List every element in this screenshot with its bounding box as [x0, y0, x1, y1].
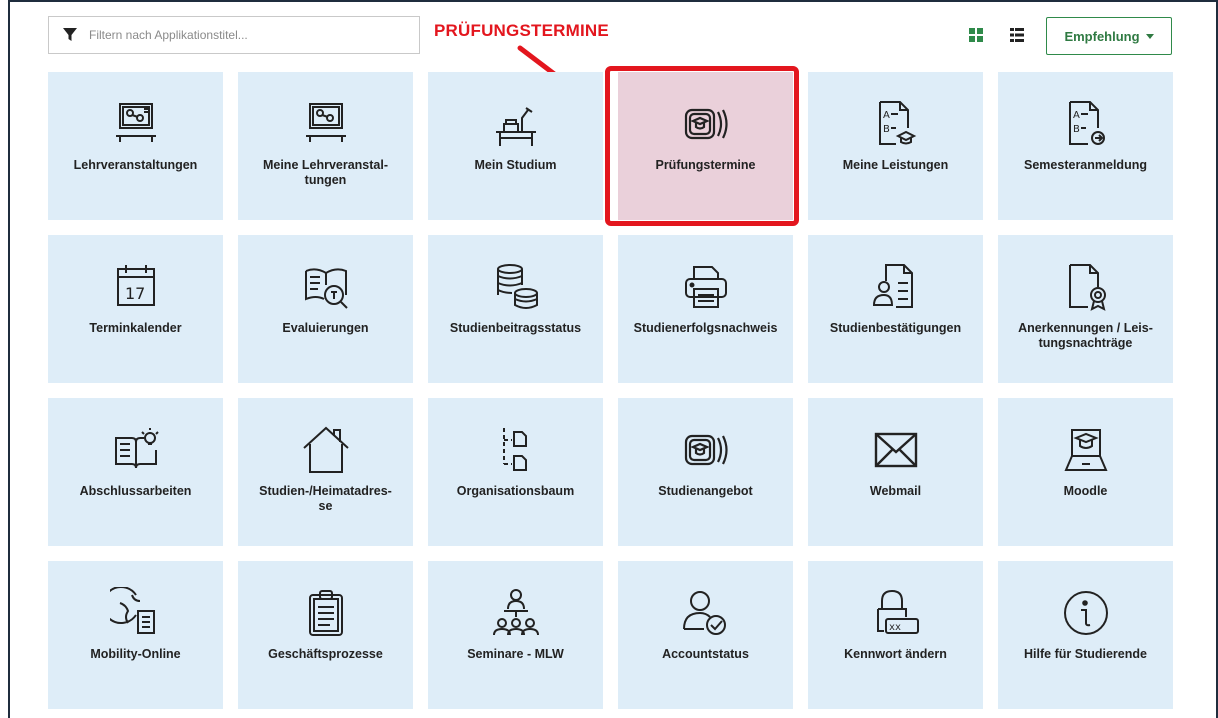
tile-terminkalender[interactable]: 17 Terminkalender [48, 235, 223, 383]
tile-label: Evaluierungen [282, 321, 369, 335]
tile-label: Studienbestätigungen [829, 321, 962, 335]
svg-text:xx_: xx_ [889, 622, 908, 633]
exam-card-icon [684, 108, 728, 140]
printer-icon [684, 266, 727, 308]
password-lock-icon: xx_ [876, 589, 919, 634]
info-circle-icon [1063, 591, 1108, 635]
tile-webmail[interactable]: Webmail [808, 398, 983, 546]
tile-label: Mobility-Online [90, 647, 181, 661]
tile-organisationsbaum[interactable]: Organisationsbaum [428, 398, 603, 546]
tile-semesteranmeldung[interactable]: A B Semesteranmeldung [998, 72, 1173, 220]
tile-label: Semesteranmeldung [1024, 158, 1147, 172]
tile-label: Anerkennungen / Leis- tungsnachträge [1018, 321, 1153, 350]
lecture-board-icon [115, 103, 156, 142]
tile-anerkennungen[interactable]: Anerkennungen / Leis- tungsnachträge [998, 235, 1173, 383]
tile-label: Studienbeitragsstatus [449, 321, 582, 335]
svg-text:A: A [883, 110, 890, 121]
coin-stack-icon [496, 264, 538, 309]
globe-document-icon [109, 587, 155, 634]
tile-studienbeitragsstatus[interactable]: Studienbeitragsstatus [428, 235, 603, 383]
tile-kennwort-aendern[interactable]: xx_ Kennwort ändern [808, 561, 983, 709]
tile-label: Mein Studium [474, 158, 557, 172]
tile-mein-studium[interactable]: Mein Studium [428, 72, 603, 220]
tile-label: Meine Leistungen [842, 158, 949, 172]
seminar-group-icon [492, 589, 539, 636]
tile-label: Studienerfolgsnachweis [633, 321, 778, 335]
envelope-icon [874, 432, 917, 468]
lecture-board-icon [305, 103, 346, 142]
filter-icon [63, 28, 77, 41]
tile-hilfe-fuer-studierende[interactable]: Hilfe für Studierende [998, 561, 1173, 709]
tile-mobility-online[interactable]: Mobility-Online [48, 561, 223, 709]
sort-dropdown-button[interactable]: Empfehlung [1046, 17, 1172, 55]
thesis-book-icon [114, 428, 159, 469]
tile-label: Organisationsbaum [456, 484, 575, 498]
tile-moodle[interactable]: Moodle [998, 398, 1173, 546]
app-tile-grid: Lehrveranstaltungen Meine Lehrveranstal-… [48, 72, 1173, 709]
list-view-icon[interactable] [1010, 28, 1024, 42]
exam-card-icon [684, 434, 728, 466]
callout-label: PRÜFUNGSTERMINE [434, 21, 609, 40]
grid-view-icon[interactable] [969, 28, 983, 42]
tile-studien-heimatadresse[interactable]: Studien-/Heimatadres- se [238, 398, 413, 546]
tile-label: Moodle [1063, 484, 1108, 498]
laptop-graduate-icon [1063, 429, 1108, 471]
tile-accountstatus[interactable]: Accountstatus [618, 561, 793, 709]
certificate-person-icon [872, 264, 913, 308]
tile-label: Terminkalender [89, 321, 182, 335]
clipboard-icon [308, 590, 343, 636]
semester-register-icon: A B [1068, 101, 1105, 145]
tile-label: Seminare - MLW [467, 647, 564, 661]
tile-label: Accountstatus [662, 647, 749, 661]
tile-label: Studienangebot [658, 484, 753, 498]
svg-text:17: 17 [125, 284, 145, 303]
tile-meine-lehrveranstaltungen[interactable]: Meine Lehrveranstal- tungen [238, 72, 413, 220]
svg-text:A: A [1073, 110, 1080, 121]
filter-input[interactable] [89, 28, 389, 42]
org-tree-icon [502, 428, 527, 471]
tile-geschaeftsprozesse[interactable]: Geschäftsprozesse [238, 561, 413, 709]
tile-seminare-mlw[interactable]: Seminare - MLW [428, 561, 603, 709]
tile-label: Geschäftsprozesse [268, 647, 383, 661]
tile-label: Abschlussarbeiten [79, 484, 192, 498]
tile-studienangebot[interactable]: Studienangebot [618, 398, 793, 546]
tile-label: Studien-/Heimatadres- se [259, 484, 392, 513]
svg-text:B: B [1073, 124, 1080, 135]
tile-label: Webmail [869, 484, 922, 498]
user-check-icon [682, 591, 726, 635]
award-document-icon [1068, 264, 1106, 311]
study-desk-icon [495, 107, 536, 146]
evaluation-book-icon [304, 268, 348, 309]
sort-label: Empfehlung [1064, 28, 1140, 44]
tile-lehrveranstaltungen[interactable]: Lehrveranstaltungen [48, 72, 223, 220]
caret-down-icon [1145, 33, 1154, 39]
tile-meine-leistungen[interactable]: A B Meine Leistungen [808, 72, 983, 220]
calendar-icon: 17 [116, 265, 155, 306]
tile-abschlussarbeiten[interactable]: Abschlussarbeiten [48, 398, 223, 546]
tile-label: Prüfungstermine [655, 158, 756, 172]
tile-studienbestaetigungen[interactable]: Studienbestätigungen [808, 235, 983, 383]
tile-label: Lehrveranstaltungen [73, 158, 198, 172]
tile-studienerfolgsnachweis[interactable]: Studienerfolgsnachweis [618, 235, 793, 383]
grades-document-icon: A B [878, 101, 916, 145]
tile-label: Meine Lehrveranstal- tungen [262, 158, 389, 187]
svg-text:B: B [883, 124, 890, 135]
tile-evaluierungen[interactable]: Evaluierungen [238, 235, 413, 383]
tile-pruefungstermine[interactable]: Prüfungstermine [618, 72, 793, 220]
filter-box[interactable] [48, 16, 420, 54]
house-icon [302, 426, 349, 473]
tile-label: Kennwort ändern [844, 647, 947, 661]
tile-label: Hilfe für Studierende [1024, 647, 1147, 661]
